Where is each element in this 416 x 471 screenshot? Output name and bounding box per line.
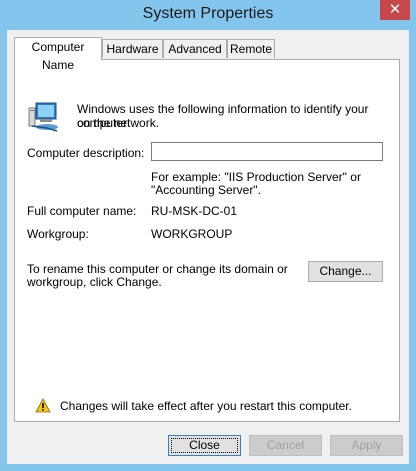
full-computer-name-label: Full computer name: (27, 204, 137, 218)
workgroup-value: WORKGROUP (151, 227, 233, 241)
tab-hardware[interactable]: Hardware (102, 39, 163, 58)
change-button[interactable]: Change... (308, 261, 383, 282)
close-button[interactable]: Close (168, 435, 241, 456)
workgroup-label: Workgroup: (27, 227, 89, 241)
tab-remote[interactable]: Remote (227, 39, 275, 58)
rename-text-line2: workgroup, click Change. (27, 275, 162, 289)
cancel-button[interactable]: Cancel (249, 435, 322, 456)
computer-name-panel: Windows uses the following information t… (14, 59, 400, 422)
computer-description-input[interactable] (151, 142, 383, 161)
warning-icon (35, 398, 51, 413)
tab-advanced[interactable]: Advanced (163, 39, 227, 58)
apply-button[interactable]: Apply (330, 435, 403, 456)
system-properties-window: System Properties ✕ Computer Name Hardwa… (0, 0, 416, 471)
example-text-line2: "Accounting Server". (151, 183, 261, 197)
intro-text-line2: on the network. (77, 116, 160, 130)
close-icon[interactable]: ✕ (380, 0, 410, 20)
computer-network-icon (28, 102, 58, 132)
example-text-line1: For example: "IIS Production Server" or (151, 170, 361, 184)
window-title: System Properties (142, 5, 274, 22)
restart-warning-text: Changes will take effect after you resta… (60, 399, 352, 413)
computer-description-label: Computer description: (27, 146, 145, 160)
tab-computer-name[interactable]: Computer Name (14, 37, 102, 72)
full-computer-name-value: RU-MSK-DC-01 (151, 204, 238, 218)
dialog-client: Computer Name Hardware Advanced Remote W… (7, 30, 409, 464)
rename-text-line1: To rename this computer or change its do… (27, 262, 288, 276)
